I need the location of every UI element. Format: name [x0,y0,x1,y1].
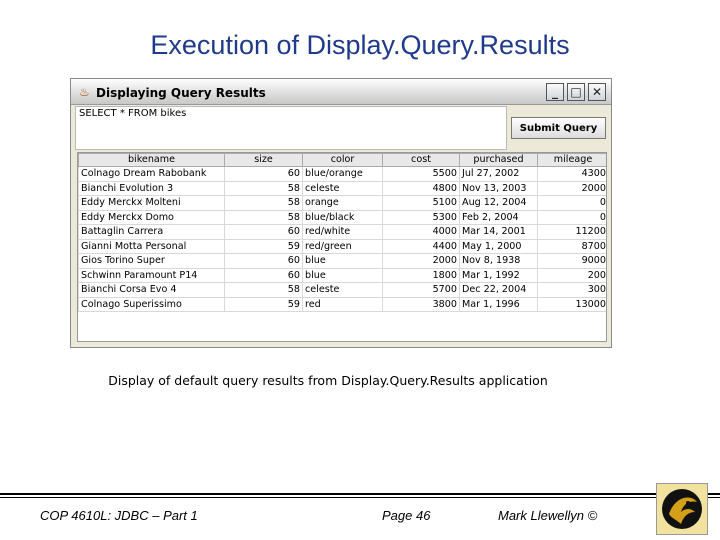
table-cell-size[interactable]: 58 [224,195,303,211]
table-cell-mileage[interactable]: 11200 [537,224,606,240]
footer-course: COP 4610L: JDBC – Part 1 [40,508,198,523]
table-cell-mileage[interactable]: 0 [537,209,606,225]
table-row[interactable]: Eddy Merckx Domo 58 blue/black 5300 Feb 2, 2… [78,209,606,225]
table-cell-bikename[interactable]: Battaglin Carrera [78,224,225,240]
table-cell-size[interactable]: 60 [224,166,303,182]
column-header-bikename[interactable]: bikename [78,153,225,167]
java-cup-icon: ♨ [79,85,90,99]
table-row[interactable]: Bianchi Corsa Evo 4 58 celeste 5700 Dec 22, … [78,282,606,298]
ucf-pegasus-logo-icon [656,483,708,535]
table-cell-color[interactable]: blue/orange [302,166,383,182]
table-cell-bikename[interactable]: Bianchi Evolution 3 [78,180,225,196]
table-row[interactable]: Gianni Motta Personal 59 red/green 4400 May … [78,238,606,254]
table-cell-mileage[interactable]: 0 [537,195,606,211]
column-header-size[interactable]: size [224,153,303,167]
table-cell-cost[interactable]: 5100 [382,195,460,211]
table-cell-size[interactable]: 59 [224,238,303,254]
table-cell-cost[interactable]: 5300 [382,209,460,225]
slide-caption: Display of default query results from Di… [108,373,548,388]
query-textarea[interactable]: SELECT * FROM bikes [75,106,507,150]
results-table: bikename size color cost purchased milea… [78,153,606,312]
table-cell-cost[interactable]: 4800 [382,180,460,196]
table-cell-size[interactable]: 60 [224,267,303,283]
table-cell-bikename[interactable]: Gios Torino Super [78,253,225,269]
table-cell-mileage[interactable]: 300 [537,282,606,298]
footer-divider-thin [0,497,720,498]
table-cell-cost[interactable]: 3800 [382,296,460,312]
table-body: Colnago Dream Rabobank 60 blue/orange 5500 J… [78,166,606,312]
table-cell-cost[interactable]: 4000 [382,224,460,240]
table-cell-color[interactable]: red/green [302,238,383,254]
table-cell-mileage[interactable]: 4300 [537,166,606,182]
table-cell-mileage[interactable]: 13000 [537,296,606,312]
results-table-container[interactable]: bikename size color cost purchased milea… [77,152,607,342]
table-cell-purchased[interactable]: Nov 13, 2003 [459,180,538,196]
window-title: Displaying Query Results [96,86,266,100]
table-cell-color[interactable]: celeste [302,180,383,196]
table-header-row: bikename size color cost purchased milea… [78,153,606,167]
table-cell-purchased[interactable]: Mar 14, 2001 [459,224,538,240]
table-cell-cost[interactable]: 1800 [382,267,460,283]
table-cell-bikename[interactable]: Bianchi Corsa Evo 4 [78,282,225,298]
column-header-purchased[interactable]: purchased [459,153,538,167]
table-cell-cost[interactable]: 2000 [382,253,460,269]
window-titlebar[interactable]: ♨ Displaying Query Results _ □ ✕ [71,79,611,105]
table-cell-mileage[interactable]: 9000 [537,253,606,269]
table-row[interactable]: Colnago Dream Rabobank 60 blue/orange 5500 J… [78,166,606,182]
table-cell-purchased[interactable]: Mar 1, 1996 [459,296,538,312]
footer-page-number: Page 46 [382,508,431,523]
table-cell-purchased[interactable]: Dec 22, 2004 [459,282,538,298]
table-cell-size[interactable]: 58 [224,282,303,298]
table-cell-mileage[interactable]: 2000 [537,180,606,196]
table-cell-color[interactable]: blue/black [302,209,383,225]
table-cell-bikename[interactable]: Eddy Merckx Molteni [78,195,225,211]
table-cell-mileage[interactable]: 200 [537,267,606,283]
table-cell-cost[interactable]: 5500 [382,166,460,182]
minimize-button[interactable]: _ [546,83,564,101]
table-row[interactable]: Gios Torino Super 60 blue 2000 Nov 8, 1938 90… [78,253,606,269]
table-cell-size[interactable]: 60 [224,224,303,240]
table-cell-bikename[interactable]: Eddy Merckx Domo [78,209,225,225]
table-cell-mileage[interactable]: 8700 [537,238,606,254]
table-cell-size[interactable]: 58 [224,209,303,225]
table-cell-bikename[interactable]: Colnago Superissimo [78,296,225,312]
table-cell-size[interactable]: 60 [224,253,303,269]
table-cell-purchased[interactable]: Mar 1, 1992 [459,267,538,283]
table-cell-purchased[interactable]: Feb 2, 2004 [459,209,538,225]
table-cell-cost[interactable]: 4400 [382,238,460,254]
close-button[interactable]: ✕ [588,83,606,101]
table-cell-purchased[interactable]: Jul 27, 2002 [459,166,538,182]
column-header-color[interactable]: color [302,153,383,167]
table-cell-size[interactable]: 58 [224,180,303,196]
table-row[interactable]: Colnago Superissimo 59 red 3800 Mar 1, 1996 1… [78,296,606,312]
maximize-button[interactable]: □ [567,83,585,101]
footer-author: Mark Llewellyn © [498,508,598,523]
column-header-mileage[interactable]: mileage [537,153,606,167]
column-header-cost[interactable]: cost [382,153,460,167]
table-row[interactable]: Bianchi Evolution 3 58 celeste 4800 Nov 13, … [78,180,606,196]
table-row[interactable]: Eddy Merckx Molteni 58 orange 5100 Aug 12, 2… [78,195,606,211]
submit-query-button[interactable]: Submit Query [511,117,606,139]
query-results-window: ♨ Displaying Query Results _ □ ✕ SELECT … [70,78,612,348]
table-cell-size[interactable]: 59 [224,296,303,312]
table-cell-color[interactable]: red/white [302,224,383,240]
footer-divider [0,493,720,495]
table-cell-purchased[interactable]: Aug 12, 2004 [459,195,538,211]
table-cell-bikename[interactable]: Colnago Dream Rabobank [78,166,225,182]
slide-title: Execution of Display.Query.Results [150,30,570,60]
table-cell-purchased[interactable]: May 1, 2000 [459,238,538,254]
table-cell-cost[interactable]: 5700 [382,282,460,298]
table-cell-color[interactable]: blue [302,267,383,283]
table-cell-purchased[interactable]: Nov 8, 1938 [459,253,538,269]
table-cell-color[interactable]: blue [302,253,383,269]
table-cell-bikename[interactable]: Schwinn Paramount P14 [78,267,225,283]
table-cell-color[interactable]: celeste [302,282,383,298]
table-row[interactable]: Schwinn Paramount P14 60 blue 1800 Mar 1, 19… [78,267,606,283]
table-cell-bikename[interactable]: Gianni Motta Personal [78,238,225,254]
table-cell-color[interactable]: orange [302,195,383,211]
table-row[interactable]: Battaglin Carrera 60 red/white 4000 Mar 14, … [78,224,606,240]
table-cell-color[interactable]: red [302,296,383,312]
